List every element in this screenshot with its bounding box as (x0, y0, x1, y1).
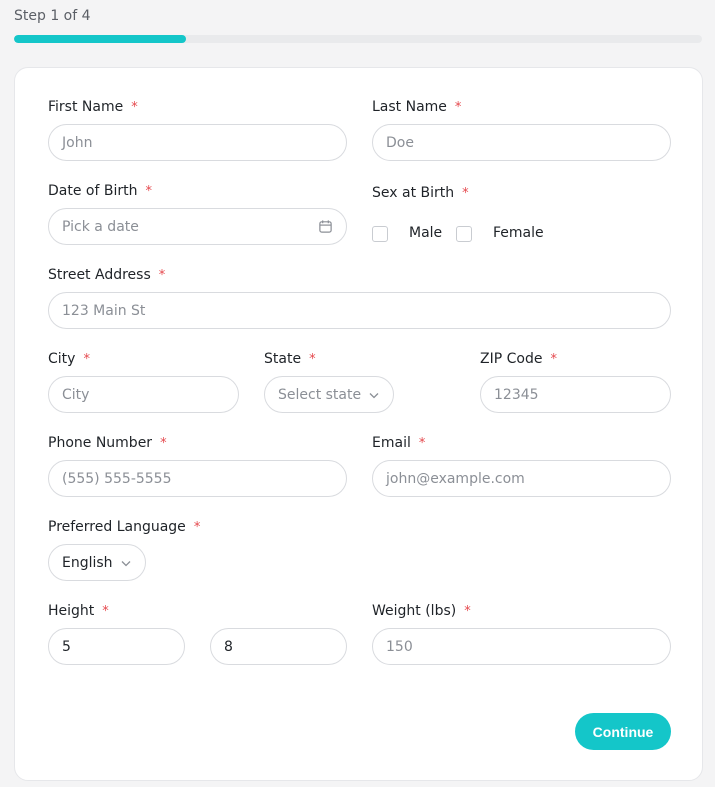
language-label-text: Preferred Language (48, 519, 186, 535)
state-placeholder: Select state (278, 386, 362, 403)
dob-input[interactable]: Pick a date (48, 208, 347, 245)
weight-label-text: Weight (lbs) (372, 603, 457, 619)
first-name-input[interactable]: John (48, 124, 347, 161)
city-label: City * (48, 351, 90, 367)
zip-input[interactable]: 12345 (480, 376, 671, 413)
required-marker: * (309, 352, 316, 367)
email-input[interactable]: john@example.com (372, 460, 671, 497)
required-marker: * (464, 604, 471, 619)
registration-card: First Name * John Last Name * Doe Date of … (14, 67, 703, 781)
dob-label-text: Date of Birth (48, 183, 138, 199)
zip-placeholder: 12345 (494, 386, 539, 403)
required-marker: * (193, 520, 201, 535)
female-option-label: Female (493, 225, 544, 241)
first-name-placeholder: John (62, 134, 93, 151)
required-marker: * (131, 100, 138, 115)
height-label-text: Height (48, 603, 95, 619)
phone-input[interactable]: (555) 555-5555 (48, 460, 347, 497)
last-name-input[interactable]: Doe (372, 124, 671, 161)
male-option-label: Male (409, 225, 443, 241)
email-label: Email * (372, 435, 425, 451)
weight-label: Weight (lbs) * (372, 603, 471, 619)
required-marker: * (462, 186, 469, 201)
height-feet-value: 5 (62, 638, 71, 655)
male-checkbox[interactable] (372, 226, 388, 242)
street-label-text: Street Address (48, 267, 151, 283)
email-label-text: Email (372, 435, 411, 451)
phone-label-text: Phone Number (48, 435, 153, 451)
required-marker: * (158, 268, 166, 283)
step-label: Step 1 of 4 (14, 8, 91, 24)
sex-label: Sex at Birth * (372, 185, 469, 201)
chevron-down-icon (121, 555, 131, 571)
height-inches-value: 8 (224, 638, 233, 655)
required-marker: * (83, 352, 90, 367)
weight-placeholder: 150 (386, 638, 413, 655)
dob-placeholder: Pick a date (62, 218, 139, 235)
required-marker: * (145, 184, 152, 199)
last-name-label: Last Name * (372, 99, 461, 115)
required-marker: * (454, 100, 462, 115)
weight-input[interactable]: 150 (372, 628, 671, 665)
state-select[interactable]: Select state (264, 376, 394, 413)
height-inches-input[interactable]: 8 (210, 628, 347, 665)
dob-label: Date of Birth * (48, 183, 152, 199)
last-name-label-text: Last Name (372, 99, 447, 115)
phone-placeholder: (555) 555-5555 (62, 470, 172, 487)
height-feet-input[interactable]: 5 (48, 628, 185, 665)
required-marker: * (160, 436, 167, 451)
height-label: Height * (48, 603, 109, 619)
city-placeholder: City (62, 386, 90, 403)
female-checkbox[interactable] (456, 226, 472, 242)
email-placeholder: john@example.com (386, 470, 525, 487)
language-label: Preferred Language * (48, 519, 200, 535)
progress-bar (14, 35, 702, 43)
language-value: English (62, 554, 113, 571)
state-label-text: State (264, 351, 302, 367)
city-input[interactable]: City (48, 376, 239, 413)
street-label: Street Address * (48, 267, 165, 283)
progress-fill (14, 35, 186, 43)
chevron-down-icon (369, 387, 379, 403)
last-name-placeholder: Doe (386, 134, 414, 151)
zip-label: ZIP Code * (480, 351, 557, 367)
zip-label-text: ZIP Code (480, 351, 543, 367)
sex-label-text: Sex at Birth (372, 185, 455, 201)
calendar-icon[interactable] (318, 219, 333, 234)
language-select[interactable]: English (48, 544, 146, 581)
city-label-text: City (48, 351, 76, 367)
required-marker: * (550, 352, 557, 367)
required-marker: * (418, 436, 426, 451)
first-name-label: First Name * (48, 99, 138, 115)
street-placeholder: 123 Main St (62, 302, 146, 319)
street-input[interactable]: 123 Main St (48, 292, 671, 329)
phone-label: Phone Number * (48, 435, 167, 451)
first-name-label-text: First Name (48, 99, 124, 115)
state-label: State * (264, 351, 316, 367)
required-marker: * (102, 604, 109, 619)
continue-button[interactable]: Continue (575, 713, 671, 750)
